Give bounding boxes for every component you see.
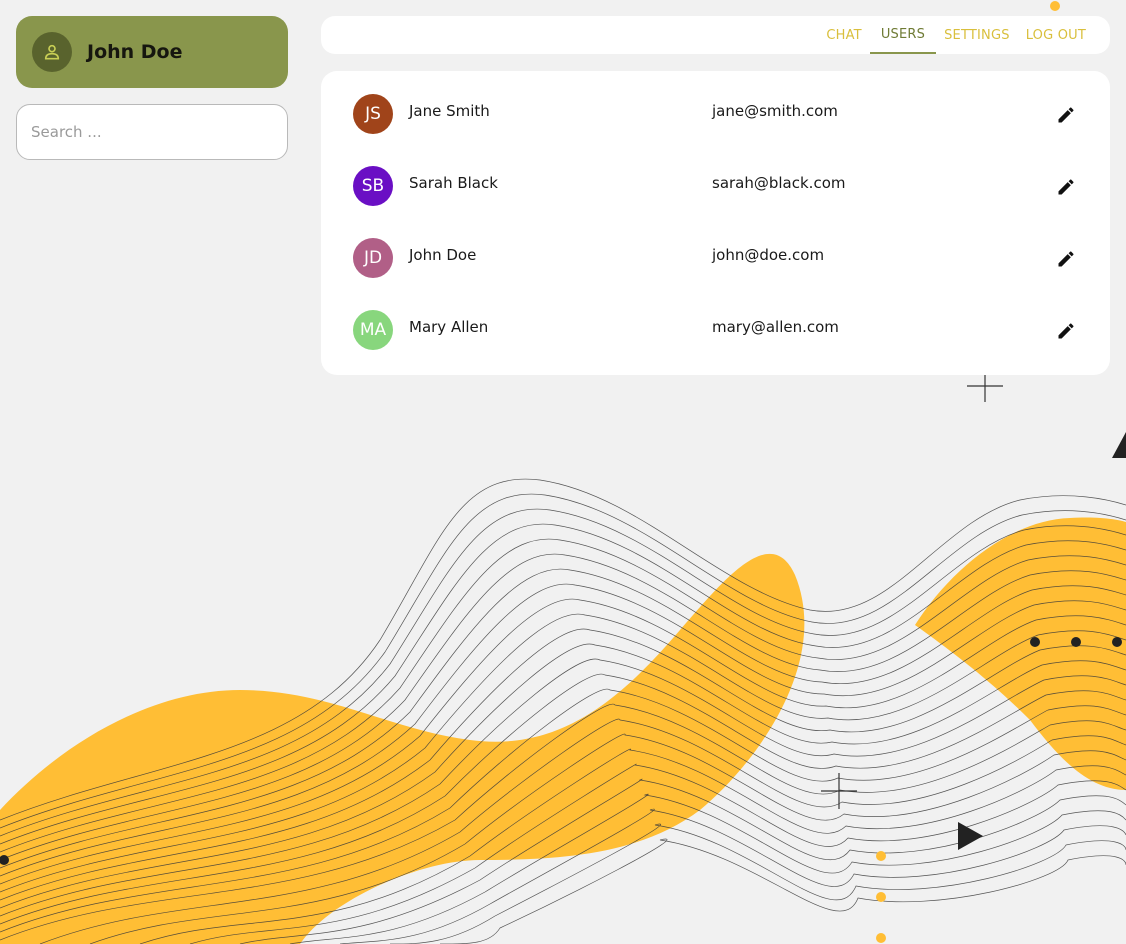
user-email: sarah@black.com bbox=[712, 174, 846, 192]
list-item: JD John Doe john@doe.com bbox=[321, 222, 1110, 294]
pencil-icon bbox=[1058, 107, 1074, 123]
user-avatar: JD bbox=[353, 238, 393, 278]
user-email: jane@smith.com bbox=[712, 102, 838, 120]
user-avatar: SB bbox=[353, 166, 393, 206]
edit-user-button[interactable] bbox=[1053, 102, 1079, 128]
tab-users[interactable]: USERS bbox=[869, 16, 937, 54]
edit-user-button[interactable] bbox=[1053, 318, 1079, 344]
triangle-top-right bbox=[1112, 432, 1126, 458]
edit-user-button[interactable] bbox=[1053, 174, 1079, 200]
nav-tabs: CHAT USERS SETTINGS LOG OUT bbox=[818, 16, 1094, 54]
dot-black bbox=[1112, 637, 1122, 647]
user-avatar: MA bbox=[353, 310, 393, 350]
pencil-icon bbox=[1058, 179, 1074, 195]
edit-user-button[interactable] bbox=[1053, 246, 1079, 272]
user-email: mary@allen.com bbox=[712, 318, 839, 336]
users-list: JS Jane Smith jane@smith.com SB Sarah Bl… bbox=[321, 71, 1110, 375]
user-name: Sarah Black bbox=[409, 174, 498, 192]
tab-log-out[interactable]: LOG OUT bbox=[1018, 16, 1094, 54]
list-item: JS Jane Smith jane@smith.com bbox=[321, 78, 1110, 150]
user-name: Jane Smith bbox=[409, 102, 490, 120]
dot-yellow bbox=[876, 933, 886, 943]
pencil-icon bbox=[1058, 323, 1074, 339]
top-nav-bar: CHAT USERS SETTINGS LOG OUT bbox=[321, 16, 1110, 54]
dot-yellow bbox=[876, 892, 886, 902]
list-item: SB Sarah Black sarah@black.com bbox=[321, 150, 1110, 222]
dot-black bbox=[1030, 637, 1040, 647]
user-email: john@doe.com bbox=[712, 246, 825, 264]
person-icon bbox=[44, 44, 60, 60]
tab-chat[interactable]: CHAT bbox=[818, 16, 869, 54]
user-name: Mary Allen bbox=[409, 318, 489, 336]
profile-name: John Doe bbox=[87, 41, 183, 63]
pencil-icon bbox=[1058, 251, 1074, 267]
profile-avatar bbox=[32, 32, 72, 72]
profile-card[interactable]: John Doe bbox=[16, 16, 288, 88]
user-avatar: JS bbox=[353, 94, 393, 134]
tab-settings[interactable]: SETTINGS bbox=[936, 16, 1018, 54]
user-name: John Doe bbox=[409, 246, 477, 264]
orange-wave-left bbox=[0, 553, 805, 944]
search-box bbox=[16, 104, 288, 160]
dot-yellow bbox=[876, 851, 886, 861]
dot-yellow bbox=[1050, 1, 1060, 11]
dot-black bbox=[1071, 637, 1081, 647]
list-item: MA Mary Allen mary@allen.com bbox=[321, 294, 1110, 366]
search-input[interactable] bbox=[17, 105, 285, 159]
